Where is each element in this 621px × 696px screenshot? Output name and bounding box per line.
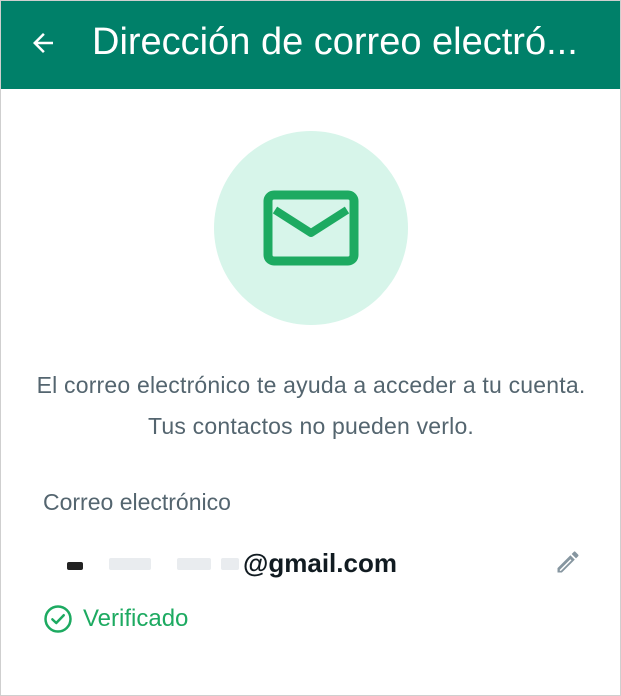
back-button[interactable] bbox=[21, 21, 65, 65]
mail-envelope-icon bbox=[263, 190, 359, 266]
email-description: El correo electrónico te ayuda a acceder… bbox=[36, 372, 586, 439]
arrow-left-icon bbox=[33, 33, 53, 53]
page-title: Dirección de correo electró... bbox=[92, 21, 578, 63]
email-row: @gmail.com bbox=[43, 541, 593, 585]
check-circle-icon bbox=[44, 605, 72, 633]
redacted-email-username bbox=[43, 548, 241, 578]
verified-label: Verificado bbox=[83, 605, 189, 632]
verified-status: Verificado bbox=[43, 604, 188, 634]
mail-illustration bbox=[214, 131, 408, 325]
email-value: @gmail.com bbox=[43, 541, 397, 585]
edit-email-button[interactable] bbox=[549, 543, 587, 581]
app-bar: Dirección de correo electró... bbox=[1, 1, 620, 89]
email-address-screen: Dirección de correo electró... El correo… bbox=[0, 0, 621, 696]
email-field-label: Correo electrónico bbox=[43, 489, 231, 515]
pencil-edit-icon bbox=[557, 551, 579, 573]
email-domain: @gmail.com bbox=[243, 547, 397, 578]
